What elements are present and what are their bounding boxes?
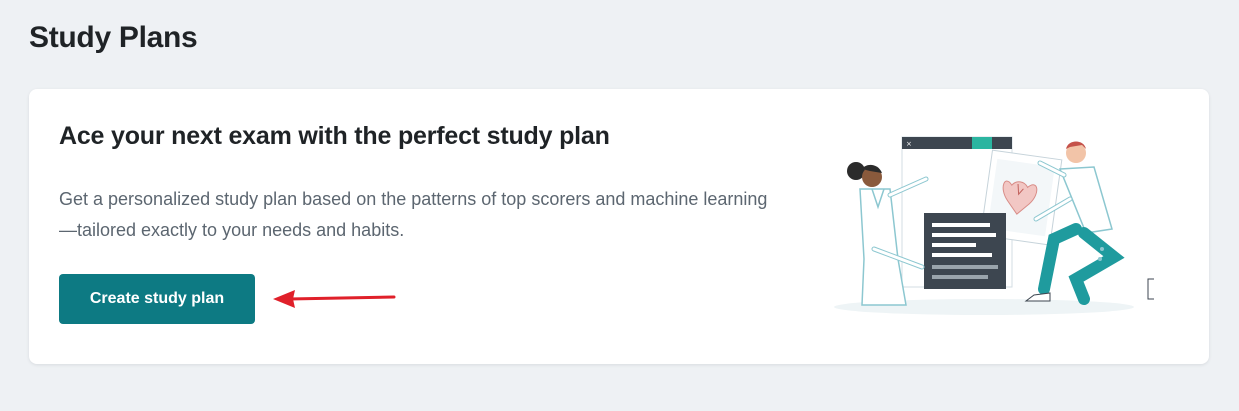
study-plan-promo-card: Ace your next exam with the perfect stud…: [29, 89, 1209, 364]
page-title: Study Plans: [29, 21, 198, 54]
svg-text:×: ×: [906, 140, 912, 148]
promo-description: Get a personalized study plan based on t…: [59, 189, 768, 240]
promo-heading: Ace your next exam with the perfect stud…: [59, 122, 610, 150]
red-arrow-left-icon: [273, 290, 396, 308]
create-study-plan-button[interactable]: Create study plan: [59, 274, 255, 324]
doctors-illustration-icon: ×: [834, 136, 1154, 315]
